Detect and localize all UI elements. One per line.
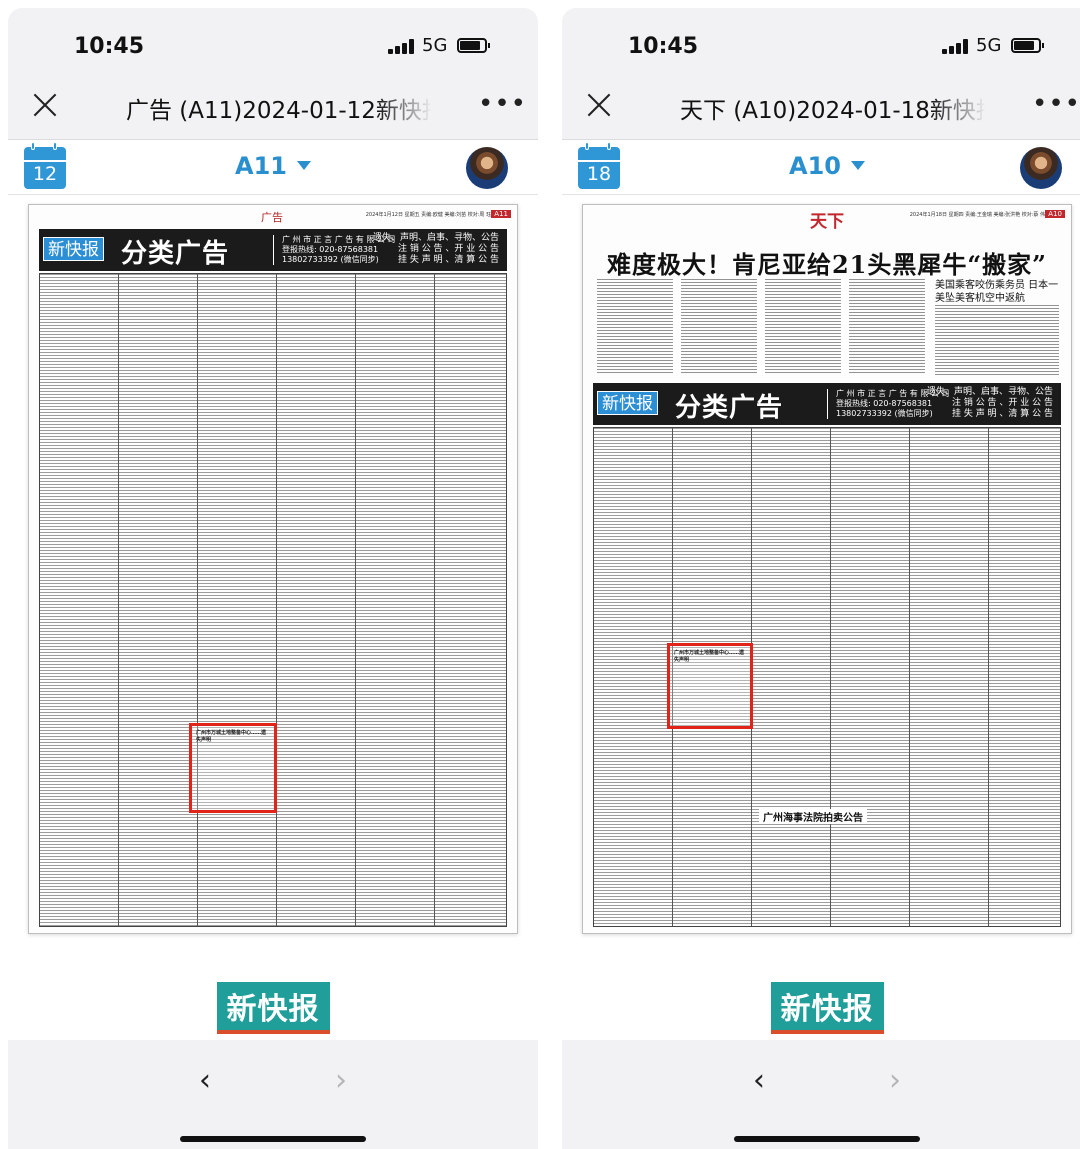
story-headline: 难度极大！肯尼亚给21头黑犀牛“搬家” (606, 250, 1047, 279)
brand-logo: 新快报 (8, 982, 538, 1034)
more-icon[interactable]: ••• (478, 91, 527, 117)
classified-ads-columns (593, 427, 1061, 927)
status-time: 10:45 (628, 34, 699, 59)
close-icon[interactable] (584, 90, 614, 120)
network-label: 5G (422, 35, 448, 56)
bottom-nav: ‹ › (8, 1040, 538, 1149)
forward-chevron-icon[interactable]: › (326, 1066, 356, 1096)
classified-ads-columns (39, 273, 507, 927)
page-number-badge: A11 (491, 210, 511, 218)
section-tag: 广告 (261, 211, 283, 224)
home-indicator[interactable] (734, 1136, 920, 1142)
caret-down-icon (296, 161, 311, 170)
title-bar: 广告 (A11)2024-01-12新快报 ••• (8, 70, 538, 140)
edition-toolbar: 12 A11 (8, 141, 538, 195)
avatar[interactable] (1020, 147, 1062, 189)
ad-category-line: 注 销 公 告 、开 业 公 告 (397, 244, 499, 254)
ad-category-line: 遗失、声明、启事、寻物、公告 (372, 233, 499, 243)
status-bar: 10:45 5G (8, 8, 538, 70)
ad-category-line: 挂 失 声 明 、清 算 公 告 (397, 255, 499, 265)
classified-ad-banner: 新快报 分类广告 广 州 市 正 言 广 告 有 限 公 司 登报热线: 020… (39, 229, 507, 271)
classified-ad-banner: 新快报 分类广告 广 州 市 正 言 广 告 有 限 公 司 登报热线: 020… (593, 383, 1061, 425)
home-indicator[interactable] (180, 1136, 366, 1142)
signal-icon (942, 38, 968, 54)
back-chevron-icon[interactable]: ‹ (190, 1066, 220, 1096)
bottom-nav: ‹ › (562, 1040, 1080, 1149)
avatar[interactable] (466, 147, 508, 189)
signal-icon (388, 38, 414, 54)
ad-categories: 遗失、声明、启事、寻物、公告 注 销 公 告 、开 业 公 告 挂 失 声 明 … (373, 233, 499, 266)
newspaper-page[interactable]: 广告 2024年1月12日 星期五 责编:欧健 美编:刘苗 校对:周 珏 A11… (28, 204, 518, 934)
issue-date-line: 2024年1月18日 星期四 责编:王金瑞 美编:张洪艳 校对:蔡 伟 (909, 212, 1045, 218)
page-number-badge: A10 (1045, 210, 1065, 218)
newspaper-header: 广告 2024年1月12日 星期五 责编:欧健 美编:刘苗 校对:周 珏 A11 (29, 205, 517, 229)
ad-category-line: 挂 失 声 明 、清 算 公 告 (951, 409, 1053, 419)
ad-category-line: 注 销 公 告 、开 业 公 告 (951, 398, 1053, 408)
highlighted-notice-text: 广州市万城土地整备中心……遗失声明 (196, 730, 267, 743)
edition-selector[interactable]: A10 (562, 152, 1080, 180)
page-title: 天下 (A10)2024-01-18新快报 (680, 98, 986, 124)
ad-categories: 遗失、声明、启事、寻物、公告 注 销 公 告 、开 业 公 告 挂 失 声 明 … (927, 387, 1053, 420)
side-story-text (935, 305, 1059, 375)
status-bar: 10:45 5G (562, 8, 1080, 70)
edition-toolbar: 18 A10 (562, 141, 1080, 195)
back-chevron-icon[interactable]: ‹ (744, 1066, 774, 1096)
phone-screen-right: 10:45 5G 天下 (A10)2024-01-18新快报 ••• 18 A1… (562, 0, 1080, 1149)
ad-category-line: 遗失、声明、启事、寻物、公告 (926, 387, 1053, 397)
newspaper-page[interactable]: 天下 2024年1月18日 星期四 责编:王金瑞 美编:张洪艳 校对:蔡 伟 A… (582, 204, 1072, 934)
ad-section-title: 分类广告 (121, 239, 230, 269)
highlighted-notice-text: 广州市万城土地整备中心……遗失声明 (674, 650, 745, 663)
caret-down-icon (850, 161, 865, 170)
brand-text: 新快报 (216, 982, 330, 1034)
edition-selector[interactable]: A11 (8, 152, 538, 180)
battery-icon (1011, 38, 1044, 53)
side-story-title: 美国乘客咬伤乘务员 日本一美坠美客机空中返航 (935, 280, 1059, 304)
brand-logo: 新快报 (562, 982, 1080, 1034)
brand-text: 新快报 (770, 982, 884, 1034)
page-title: 广告 (A11)2024-01-12新快报 (126, 98, 432, 124)
newspaper-header: 天下 2024年1月18日 星期四 责编:王金瑞 美编:张洪艳 校对:蔡 伟 A… (583, 205, 1071, 232)
battery-icon (457, 38, 490, 53)
ad-section-title: 分类广告 (675, 393, 784, 423)
story-body-text (597, 279, 927, 375)
forward-chevron-icon[interactable]: › (880, 1066, 910, 1096)
highlighted-notice: 广州市万城土地整备中心……遗失声明 (667, 643, 753, 729)
highlighted-notice: 广州市万城土地整备中心……遗失声明 (189, 723, 277, 813)
edition-label: A10 (789, 152, 841, 180)
edition-label: A11 (235, 152, 287, 180)
phone-screen-left: 10:45 5G 广告 (A11)2024-01-12新快报 ••• 12 A1… (8, 0, 538, 1149)
newspaper-logo: 新快报 (597, 391, 658, 415)
title-bar: 天下 (A10)2024-01-18新快报 ••• (562, 70, 1080, 140)
status-time: 10:45 (74, 34, 145, 59)
auction-notice-title: 广州海事法院拍卖公告 (759, 809, 867, 824)
network-label: 5G (976, 35, 1002, 56)
more-icon[interactable]: ••• (1032, 91, 1080, 117)
issue-date-line: 2024年1月12日 星期五 责编:欧健 美编:刘苗 校对:周 珏 (365, 212, 491, 218)
close-icon[interactable] (30, 90, 60, 120)
newspaper-logo: 新快报 (43, 237, 104, 261)
